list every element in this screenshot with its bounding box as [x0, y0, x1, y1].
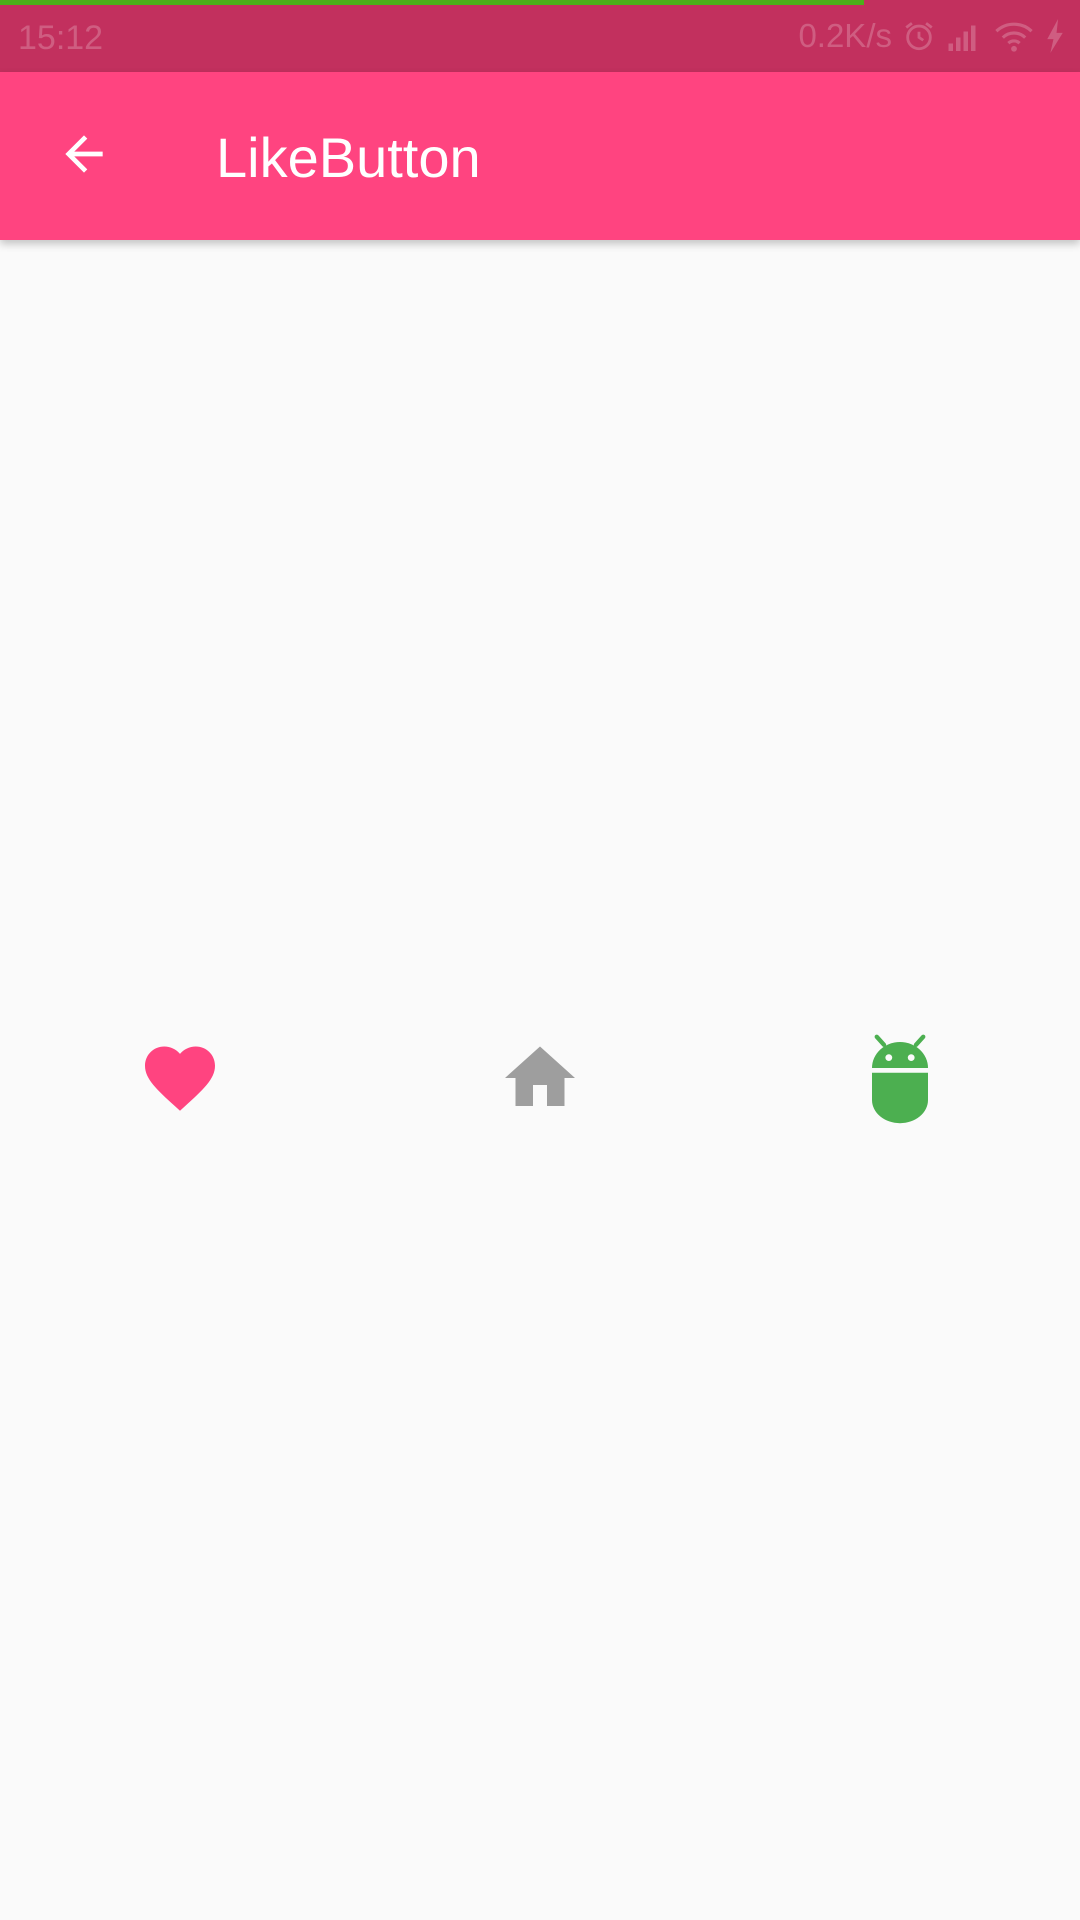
- alarm-icon: [902, 19, 936, 53]
- status-time: 15:12: [18, 19, 104, 57]
- page-title: LikeButton: [216, 126, 481, 189]
- wifi-icon: [994, 20, 1034, 52]
- android-icon: [868, 1032, 932, 1129]
- screen: 15:12 0.2K/s LikeButton: [0, 0, 1080, 1920]
- heart-icon: [138, 1036, 222, 1125]
- charging-icon: [1044, 19, 1066, 53]
- heart-like-button[interactable]: [120, 1020, 240, 1140]
- like-button-row: [0, 1020, 1080, 1140]
- page-load-progress: [0, 0, 1080, 5]
- status-icons: 0.2K/s: [798, 16, 1066, 56]
- signal-icon: [946, 21, 984, 51]
- app-bar: LikeButton: [0, 72, 1080, 240]
- back-button[interactable]: [40, 112, 128, 200]
- network-speed: 0.2K/s: [798, 17, 892, 54]
- android-like-button[interactable]: [840, 1020, 960, 1140]
- home-like-button[interactable]: [480, 1020, 600, 1140]
- arrow-back-icon: [56, 126, 112, 187]
- status-bar: 15:12 0.2K/s: [0, 0, 1080, 72]
- page-load-progress-fill: [0, 0, 864, 5]
- home-icon: [498, 1036, 582, 1125]
